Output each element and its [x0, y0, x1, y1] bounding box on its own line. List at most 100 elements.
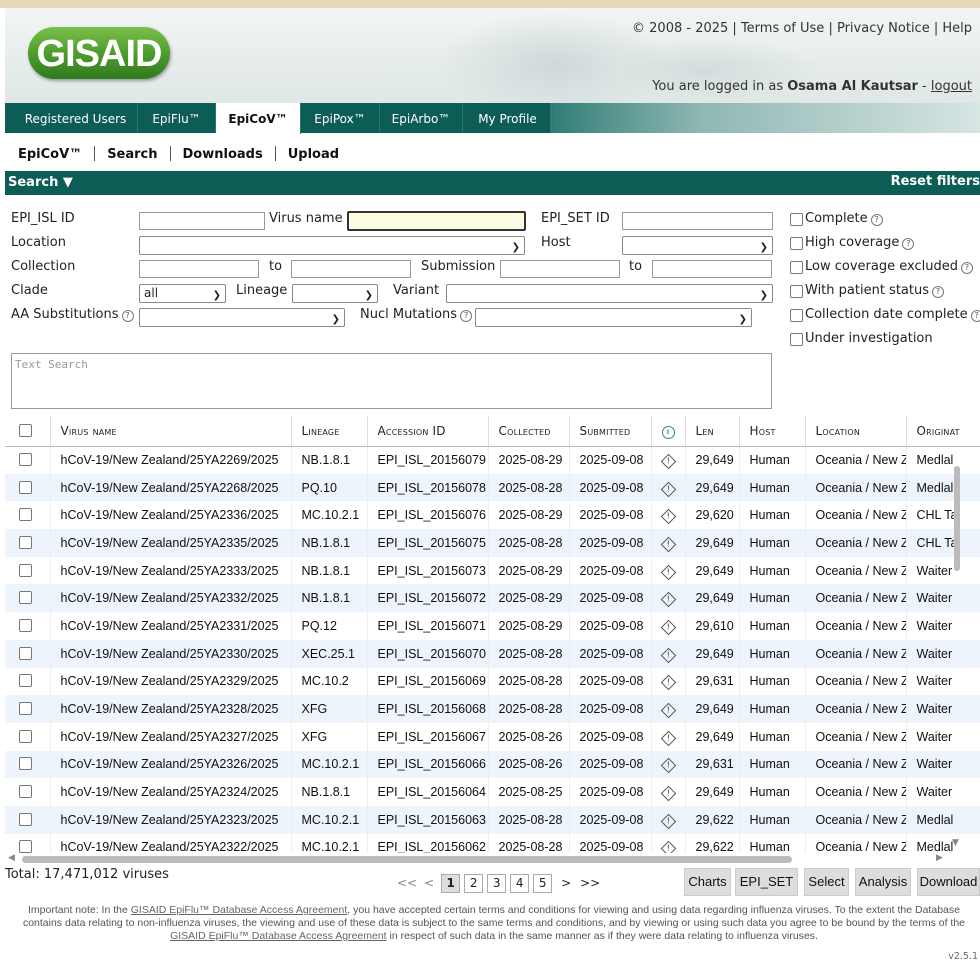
- col-len[interactable]: Len: [685, 416, 740, 447]
- page-5-button[interactable]: 5: [533, 874, 553, 893]
- scroll-right-arrow-icon[interactable]: ▶: [936, 853, 943, 863]
- variant-select[interactable]: ❯: [446, 284, 773, 303]
- warning-diamond-icon[interactable]: !: [660, 675, 676, 691]
- col-submitted[interactable]: Submitted: [569, 416, 652, 447]
- page-2-button[interactable]: 2: [464, 874, 484, 893]
- cell-accession-id[interactable]: EPI_ISL_20156066: [367, 750, 489, 779]
- help-icon[interactable]: ?: [460, 310, 473, 322]
- prev-page-button[interactable]: <: [424, 876, 434, 890]
- horizontal-scroll-thumb[interactable]: [22, 856, 792, 863]
- table-row[interactable]: hCoV-19/New Zealand/25YA2335/2025 NB.1.8.…: [5, 529, 980, 557]
- warning-diamond-icon[interactable]: !: [660, 508, 676, 525]
- cell-virus-name[interactable]: hCoV-19/New Zealand/25YA2329/2025: [50, 667, 292, 696]
- next-page-button[interactable]: >: [561, 876, 571, 890]
- text-search-area[interactable]: Text Search: [11, 353, 772, 409]
- col-host[interactable]: Host: [739, 416, 806, 447]
- table-row[interactable]: hCoV-19/New Zealand/25YA2269/2025 NB.1.8.…: [5, 446, 980, 474]
- charts-button[interactable]: Charts: [684, 868, 731, 896]
- lineage-select[interactable]: ❯: [292, 284, 378, 303]
- cell-accession-id[interactable]: EPI_ISL_20156068: [367, 695, 489, 723]
- table-row[interactable]: hCoV-19/New Zealand/25YA2332/2025 NB.1.8.…: [5, 584, 980, 613]
- tab-epiflu[interactable]: EpiFlu™: [138, 103, 216, 133]
- aa-substitutions-select[interactable]: ❯: [139, 308, 345, 327]
- cell-virus-name[interactable]: hCoV-19/New Zealand/25YA2331/2025: [50, 612, 292, 640]
- page-1-button[interactable]: 1: [441, 874, 461, 893]
- collection-to-input[interactable]: [291, 260, 411, 278]
- row-checkbox[interactable]: [19, 453, 32, 467]
- row-checkbox[interactable]: [19, 674, 32, 688]
- tab-epipox[interactable]: EpiPox™: [301, 103, 380, 133]
- cell-virus-name[interactable]: hCoV-19/New Zealand/25YA2323/2025: [50, 805, 292, 834]
- warning-diamond-icon[interactable]: !: [660, 592, 676, 608]
- collection-date-complete-checkbox[interactable]: [790, 309, 803, 322]
- warning-diamond-icon[interactable]: !: [660, 564, 676, 580]
- warning-diamond-icon[interactable]: !: [660, 536, 676, 553]
- virus-name-input[interactable]: [347, 211, 526, 231]
- vertical-scrollbar[interactable]: ▼: [952, 460, 962, 850]
- table-row[interactable]: hCoV-19/New Zealand/25YA2326/2025 MC.10.2…: [5, 750, 980, 779]
- cell-virus-name[interactable]: hCoV-19/New Zealand/25YA2333/2025: [50, 556, 292, 585]
- warning-diamond-icon[interactable]: !: [660, 481, 676, 497]
- row-checkbox[interactable]: [19, 729, 32, 743]
- col-originating-lab[interactable]: Originat: [906, 416, 980, 447]
- cell-accession-id[interactable]: EPI_ISL_20156063: [367, 805, 489, 834]
- submission-to-input[interactable]: [652, 260, 772, 278]
- table-row[interactable]: hCoV-19/New Zealand/25YA2327/2025 XFG EPI_…: [5, 722, 980, 751]
- row-checkbox[interactable]: [19, 618, 32, 632]
- logout-link[interactable]: logout: [931, 79, 972, 94]
- collection-from-input[interactable]: [139, 260, 259, 278]
- cell-virus-name[interactable]: hCoV-19/New Zealand/25YA2269/2025: [50, 446, 292, 474]
- under-investigation-checkbox[interactable]: [790, 333, 803, 346]
- help-icon[interactable]: ?: [902, 238, 915, 250]
- row-checkbox[interactable]: [19, 563, 32, 577]
- select-button[interactable]: Select: [804, 868, 849, 896]
- select-all-checkbox[interactable]: [19, 423, 32, 437]
- cell-accession-id[interactable]: EPI_ISL_20156075: [367, 529, 489, 557]
- subnav-epicov[interactable]: EpiCoV™: [18, 147, 82, 162]
- table-row[interactable]: hCoV-19/New Zealand/25YA2324/2025 NB.1.8.…: [5, 778, 980, 806]
- tab-registered-users[interactable]: Registered Users: [14, 103, 138, 133]
- cell-accession-id[interactable]: EPI_ISL_20156072: [367, 584, 489, 613]
- table-row[interactable]: hCoV-19/New Zealand/25YA2322/2025 MC.10.2…: [5, 833, 980, 853]
- vertical-scroll-thumb[interactable]: [954, 466, 960, 571]
- cell-virus-name[interactable]: hCoV-19/New Zealand/25YA2332/2025: [50, 584, 292, 613]
- cell-accession-id[interactable]: EPI_ISL_20156079: [367, 446, 489, 474]
- row-checkbox[interactable]: [19, 508, 32, 522]
- col-info[interactable]: i: [651, 416, 686, 447]
- cell-accession-id[interactable]: EPI_ISL_20156062: [367, 833, 489, 853]
- col-location[interactable]: Location: [805, 416, 907, 447]
- cell-accession-id[interactable]: EPI_ISL_20156073: [367, 556, 489, 585]
- row-checkbox[interactable]: [19, 785, 32, 799]
- reset-filters-button[interactable]: Reset filters: [891, 174, 980, 189]
- row-checkbox[interactable]: [19, 702, 32, 716]
- col-collected[interactable]: Collected: [488, 416, 570, 447]
- row-checkbox[interactable]: [19, 812, 32, 826]
- tab-my-profile[interactable]: My Profile: [463, 103, 553, 133]
- gisaid-logo[interactable]: GISAID: [28, 27, 170, 79]
- cell-virus-name[interactable]: hCoV-19/New Zealand/25YA2327/2025: [50, 722, 292, 751]
- warning-diamond-icon[interactable]: !: [660, 813, 676, 830]
- cell-accession-id[interactable]: EPI_ISL_20156069: [367, 667, 489, 696]
- submission-from-input[interactable]: [500, 260, 620, 278]
- patient-status-checkbox[interactable]: [790, 285, 803, 298]
- agreement-link[interactable]: GISAID EpiFlu™ Database Access Agreement: [131, 904, 348, 916]
- agreement-link[interactable]: GISAID EpiFlu™ Database Access Agreement: [170, 930, 387, 942]
- high-coverage-checkbox[interactable]: [790, 237, 803, 250]
- help-icon[interactable]: ?: [970, 310, 980, 322]
- clade-select[interactable]: all ❯: [139, 284, 226, 303]
- tab-epicov[interactable]: EpiCoV™: [216, 103, 301, 134]
- col-virus-name[interactable]: Virus name: [50, 416, 292, 447]
- warning-diamond-icon[interactable]: !: [660, 453, 676, 470]
- cell-accession-id[interactable]: EPI_ISL_20156078: [367, 473, 489, 502]
- terms-link[interactable]: Terms of Use: [741, 21, 824, 36]
- analysis-button[interactable]: Analysis: [855, 868, 911, 896]
- help-link[interactable]: Help: [942, 21, 972, 36]
- warning-diamond-icon[interactable]: !: [660, 619, 676, 636]
- row-checkbox[interactable]: [19, 591, 32, 605]
- low-coverage-checkbox[interactable]: [790, 261, 803, 274]
- scroll-left-arrow-icon[interactable]: ◀: [8, 853, 15, 863]
- complete-checkbox[interactable]: [790, 213, 803, 226]
- cell-accession-id[interactable]: EPI_ISL_20156070: [367, 639, 489, 668]
- row-checkbox[interactable]: [19, 646, 32, 660]
- help-icon[interactable]: ?: [870, 214, 883, 226]
